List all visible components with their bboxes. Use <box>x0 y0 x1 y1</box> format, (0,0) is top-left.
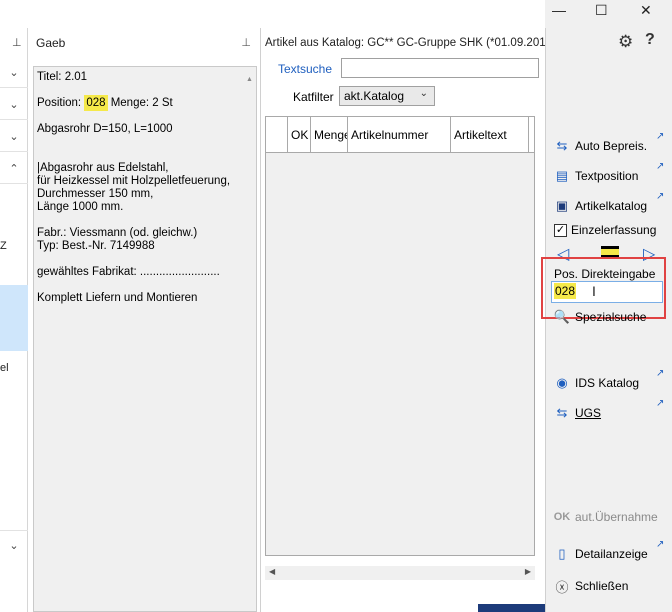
langtext-line: für Heizkessel mit Holzpelletfeuerung, <box>37 175 231 187</box>
swap-arrows-icon: ⇆ <box>556 405 568 420</box>
horizontal-scrollbar[interactable]: ◀ ▶ <box>265 566 535 580</box>
magnifier-icon: 🔍 <box>553 309 571 324</box>
swap-arrows-icon: ⇆ <box>556 138 568 153</box>
chevron-down-icon: ⌄ <box>419 88 428 99</box>
kurztext-line: Abgasrohr D=150, L=1000 <box>37 123 173 135</box>
column-header-artikeltext[interactable]: Artikeltext <box>451 117 529 153</box>
langtext-line: Länge 1000 mm. <box>37 201 124 213</box>
catalog-book-icon: ▣ <box>555 198 569 213</box>
scroll-up-icon[interactable]: ▲ <box>246 73 253 86</box>
pin-icon[interactable]: ⊥ <box>12 36 22 49</box>
typ-line: Typ: Best.-Nr. 7149988 <box>37 240 155 252</box>
chevron-down-icon[interactable]: ⌄ <box>0 122 28 152</box>
ok-icon: OK <box>553 511 571 523</box>
scroll-left-icon[interactable]: ◀ <box>269 567 275 576</box>
scroll-right-icon[interactable]: ▶ <box>525 567 531 576</box>
gaeb-panel: Gaeb ⊥ Titel: 2.01 Position: 028 Menge: … <box>31 28 261 612</box>
pos-direkteingabe-value: 028 <box>554 283 577 299</box>
row-header-cell <box>266 117 288 153</box>
ugs-label: UGS <box>575 406 602 420</box>
textsuche-input[interactable] <box>341 58 539 78</box>
menge-text: Menge: 2 St <box>110 97 173 109</box>
detailanzeige-label: Detailanzeige <box>575 547 648 561</box>
vertical-scrollbar[interactable]: ▲ <box>244 69 254 609</box>
katfilter-value: akt.Katalog <box>344 89 405 103</box>
gaeb-header: Gaeb ⊥ <box>31 28 261 58</box>
truncated-label: Z <box>0 240 7 252</box>
titel-line: Titel: 2.01 <box>37 71 88 83</box>
textposition-button[interactable]: ▤ Textposition ↗ <box>553 161 665 187</box>
schliessen-button[interactable]: ⓧ Schließen <box>553 575 628 597</box>
chevron-down-icon[interactable]: ⌄ <box>0 90 28 120</box>
chevron-down-icon[interactable]: ⌄ <box>0 530 28 560</box>
command-panel: ⚙ ? ⇆ Auto Bepreis. ↗ ▤ Textposition ↗ ▣… <box>541 28 672 612</box>
grid-header: OK Menge Artikelnummer Artikeltext <box>266 117 534 153</box>
column-header-ok[interactable]: OK <box>288 117 311 153</box>
auto-bepreis-label: Auto Bepreis. <box>575 139 648 153</box>
pos-direkteingabe-label: Pos. Direkteingabe <box>554 267 656 281</box>
artikel-panel: Artikel aus Katalog: GC** GC-Gruppe SHK … <box>262 28 545 612</box>
fabrikat-line: Fabr.: Viessmann (od. gleichw.) <box>37 227 198 239</box>
column-header-artikelnummer[interactable]: Artikelnummer <box>348 117 451 153</box>
detail-document-icon: ▯ <box>558 546 566 561</box>
artikelkatalog-label: Artikelkatalog <box>575 199 648 213</box>
katfilter-label: Katfilter <box>293 90 334 104</box>
expand-arrow-icon: ↗ <box>656 191 665 202</box>
column-header-menge[interactable]: Menge <box>311 117 348 153</box>
schliessen-label: Schließen <box>575 579 629 593</box>
position-label: Position: <box>37 97 82 109</box>
expand-arrow-icon: ↗ <box>656 398 665 409</box>
pin-icon[interactable]: ⊥ <box>241 28 251 58</box>
minimize-button[interactable]: — <box>552 2 566 18</box>
gear-icon[interactable]: ⚙ <box>618 32 633 52</box>
window-controls: — ☐ ✕ <box>545 0 672 28</box>
expand-arrow-icon: ↗ <box>656 161 665 172</box>
artikel-grid[interactable]: OK Menge Artikelnummer Artikeltext <box>265 116 535 556</box>
expand-arrow-icon: ↗ <box>656 539 665 550</box>
ugs-button[interactable]: ⇆ UGS ↗ <box>553 398 665 424</box>
komplett-line: Komplett Liefern und Montieren <box>37 292 198 304</box>
gaeb-title: Gaeb <box>36 36 66 50</box>
langtext-line: |Abgasrohr aus Edelstahl, <box>37 162 169 174</box>
langtext-line: Durchmesser 150 mm, <box>37 188 154 200</box>
globe-icon: ◉ <box>556 375 568 390</box>
spezialsuche-label: Spezialsuche <box>575 310 647 324</box>
aut-uebernahme-label: aut.Übernahme <box>575 510 658 524</box>
truncated-label: el <box>0 362 9 374</box>
ids-katalog-button[interactable]: ◉ IDS Katalog ↗ <box>553 368 664 394</box>
gaeb-position-text[interactable]: Titel: 2.01 Position: 028 Menge: 2 St Ab… <box>33 66 257 612</box>
detailanzeige-button[interactable]: ▯ Detailanzeige ↗ <box>553 539 664 565</box>
help-icon[interactable]: ? <box>645 31 655 49</box>
chevron-up-icon[interactable]: ⌃ <box>0 154 28 184</box>
einzelerfassung-label[interactable]: Einzelerfassung <box>571 223 656 237</box>
expand-arrow-icon: ↗ <box>656 131 665 142</box>
artikel-title: Artikel aus Katalog: GC** GC-Gruppe SHK … <box>265 37 545 49</box>
position-value: 028 <box>84 95 108 111</box>
spezialsuche-button[interactable]: 🔍 Spezialsuche <box>553 306 646 328</box>
auto-bepreis-button[interactable]: ⇆ Auto Bepreis. ↗ <box>553 131 665 157</box>
close-circle-icon: ⓧ <box>555 579 569 595</box>
artikelkatalog-button[interactable]: ▣ Artikelkatalog ↗ <box>553 191 665 217</box>
left-collapsed-panel: ⊥ ⌄ ⌄ ⌄ ⌃ Z el ⌄ <box>0 28 28 612</box>
close-button[interactable]: ✕ <box>640 2 652 19</box>
aut-uebernahme-button[interactable]: OK aut.Übernahme <box>553 506 658 528</box>
ids-katalog-label: IDS Katalog <box>575 376 640 390</box>
katfilter-dropdown[interactable]: akt.Katalog ⌄ <box>339 86 435 106</box>
maximize-button[interactable]: ☐ <box>595 2 608 19</box>
document-icon: ▤ <box>555 168 569 183</box>
chevron-down-icon[interactable]: ⌄ <box>0 58 28 88</box>
textsuche-label[interactable]: Textsuche <box>278 62 332 76</box>
pos-direkteingabe-input[interactable]: 028 I <box>551 281 663 303</box>
position-line: Position: 028 Menge: 2 St <box>37 95 253 111</box>
text-cursor-icon: I <box>592 283 596 299</box>
expand-arrow-icon: ↗ <box>656 368 665 379</box>
gewaehltes-fabrikat-line: gewähltes Fabrikat: ....................… <box>37 266 220 278</box>
selected-tree-item[interactable] <box>0 285 28 351</box>
taskbar-fragment <box>478 604 545 612</box>
einzelerfassung-checkbox[interactable]: ✓ <box>554 224 567 237</box>
textposition-label: Textposition <box>575 169 639 183</box>
